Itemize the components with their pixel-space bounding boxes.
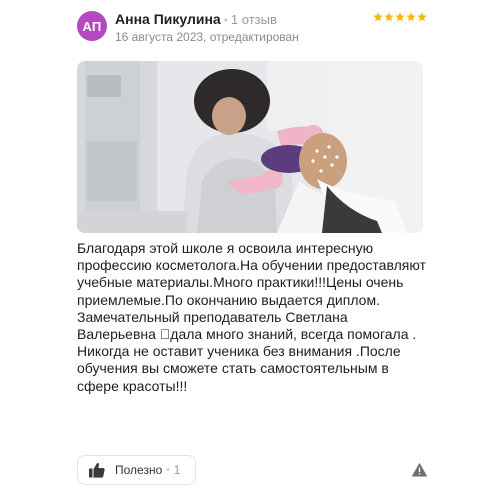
author-line: Анна Пикулина • 1 отзыв (115, 11, 277, 29)
review-count: 1 отзыв (230, 12, 277, 27)
star-icon (373, 12, 383, 22)
star-icon (384, 12, 394, 22)
review-card: АП Анна Пикулина • 1 отзыв 16 августа 2023… (0, 0, 500, 500)
thumbs-up-icon (89, 463, 105, 478)
review-text: Благодаря этой школе я освоила интересну… (77, 240, 426, 394)
review-date: 16 августа 2023, отредактирован (115, 30, 299, 44)
review-footer: Полезно • 1 (77, 455, 427, 485)
helpful-button[interactable]: Полезно • 1 (77, 455, 196, 485)
star-icon (417, 12, 427, 22)
avatar-initials: АП (82, 18, 102, 34)
star-icon (395, 12, 405, 22)
avatar[interactable]: АП (77, 11, 107, 41)
review-photo[interactable] (77, 61, 423, 233)
separator-dot: • (166, 464, 170, 476)
helpful-label: Полезно (115, 463, 163, 477)
separator-dot: • (223, 13, 228, 27)
photo-illustration (77, 61, 423, 233)
author-name[interactable]: Анна Пикулина (115, 11, 221, 27)
star-icon (406, 12, 416, 22)
review-header: АП Анна Пикулина • 1 отзыв 16 августа 2023… (77, 8, 427, 48)
rating-stars (373, 12, 427, 22)
helpful-count: 1 (173, 463, 181, 477)
warning-icon[interactable] (412, 463, 427, 477)
